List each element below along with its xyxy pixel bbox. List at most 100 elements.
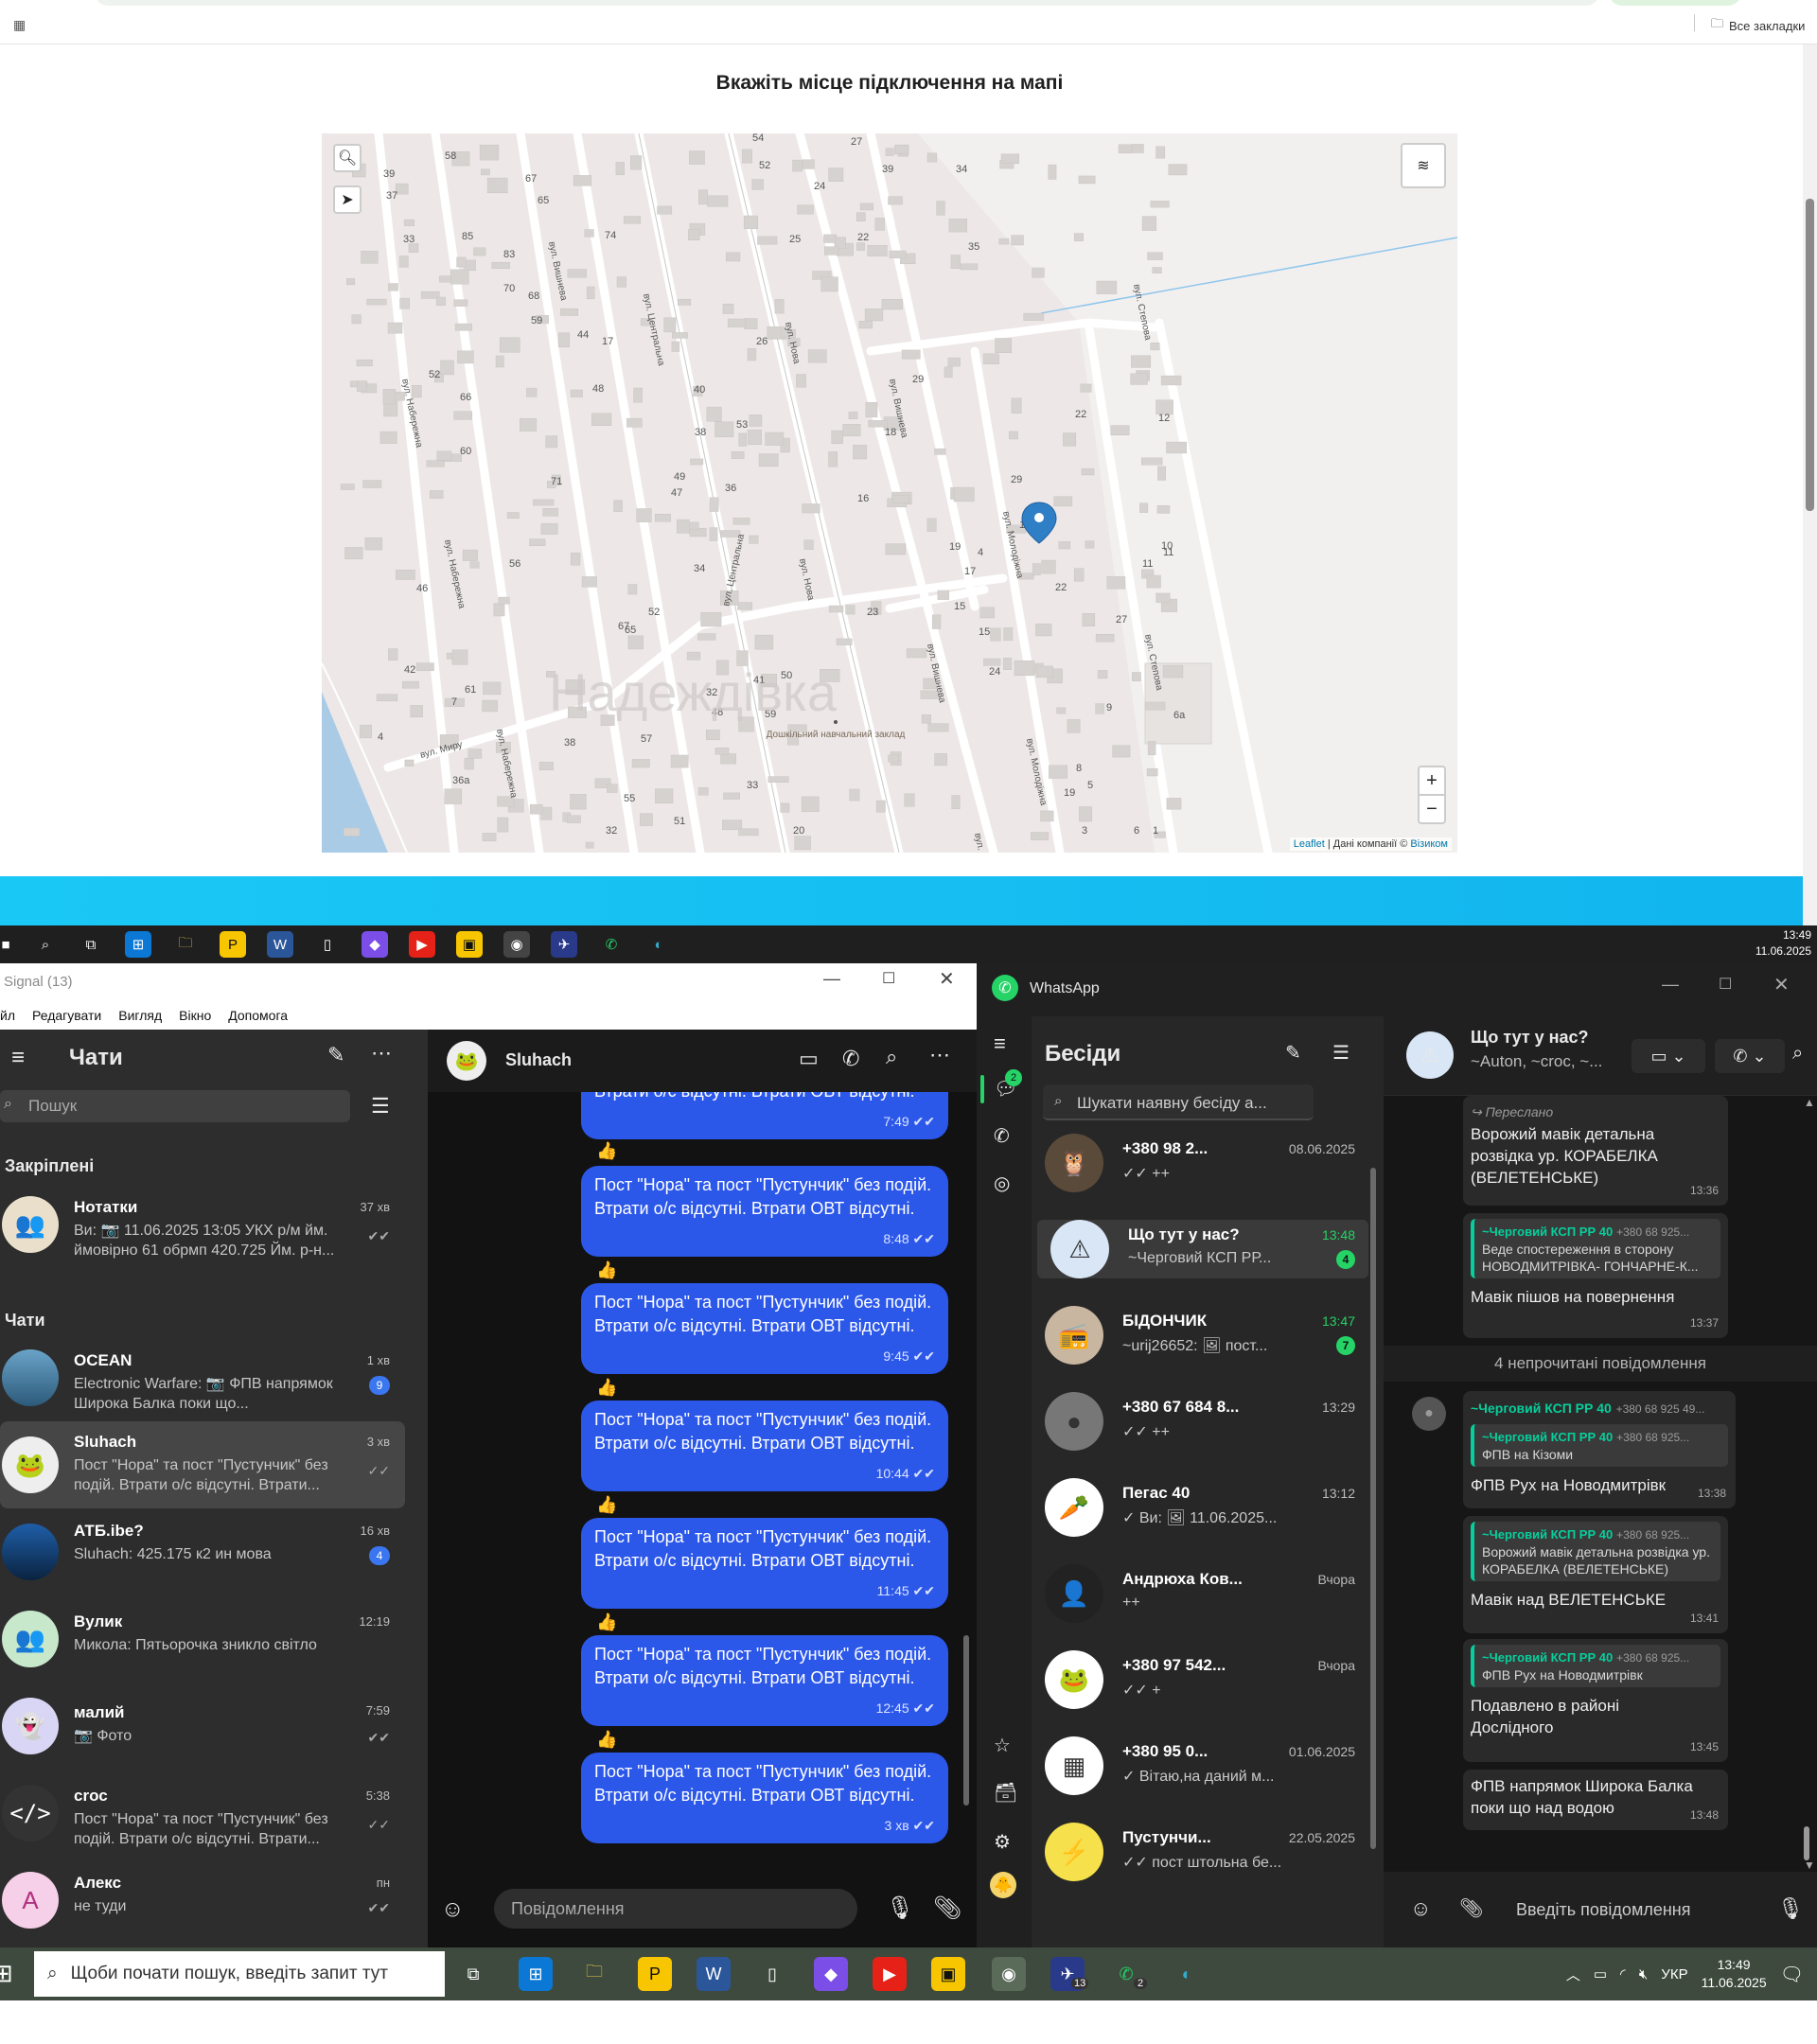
reaction-thumbs-up[interactable]: 👍	[596, 1378, 617, 1398]
list-scrollbar[interactable]	[1370, 1168, 1376, 1849]
chat-item[interactable]: 📻 БІДОНЧИК 13:47 ~urij26652: 🖼 пост... 7	[1032, 1306, 1368, 1365]
app-p-icon[interactable]: P	[638, 1957, 672, 1991]
task-view-icon[interactable]: ⧉	[78, 931, 104, 958]
reaction-thumbs-up[interactable]: 👍	[596, 1612, 617, 1632]
quoted-message[interactable]: ~Черговий КСП РР 40 +380 68 925... ФПВ Р…	[1471, 1645, 1720, 1687]
message-bubble[interactable]: Пост "Нора" та пост "Пустунчик" без поді…	[581, 1753, 948, 1843]
page-scroll-thumb[interactable]	[1806, 199, 1814, 511]
search-input[interactable]: ⌕ Шукати наявну бесіду а...	[1043, 1084, 1314, 1120]
vpn-icon[interactable]: ◆	[362, 931, 388, 958]
youtube-icon[interactable]: ▶	[873, 1957, 907, 1991]
app-yellow-icon[interactable]: ▣	[931, 1957, 965, 1991]
profile-avatar[interactable]: 🐥	[990, 1872, 1016, 1898]
message-bubble[interactable]: Пост "Нора" та пост "Пустунчик" без поді…	[581, 1166, 948, 1257]
leaflet-link[interactable]: Leaflet	[1294, 838, 1325, 850]
reply-message[interactable]: ~Черговий КСП РР 40 +380 68 925... ФПВ Р…	[1463, 1639, 1728, 1762]
group-warning-avatar[interactable]: ⚠	[1406, 1031, 1454, 1079]
menu-view[interactable]: Вигляд	[118, 1008, 162, 1023]
chat-item[interactable]: 🐸 +380 97 542... Вчора ✓✓ +	[1032, 1650, 1368, 1709]
conversation-title[interactable]: Що тут у нас?	[1471, 1028, 1589, 1048]
emoji-icon[interactable]: ☺	[1410, 1896, 1431, 1921]
chat-item[interactable]: 👤 Андрюха Ков... Вчора ++	[1032, 1564, 1368, 1623]
microphone-icon[interactable]: 🎙︎	[886, 1894, 914, 1922]
reaction-thumbs-up[interactable]: 👍	[596, 1141, 617, 1161]
starred-icon[interactable]: ☆	[994, 1734, 1011, 1757]
reaction-thumbs-up[interactable]: 👍	[596, 1730, 617, 1750]
filter-icon[interactable]: ☰	[371, 1094, 390, 1119]
calls-icon[interactable]: ✆	[994, 1124, 1010, 1148]
reply-message[interactable]: ~Черговий КСП РР 40 +380 68 925... Ворож…	[1463, 1516, 1728, 1633]
notepad-icon[interactable]: ▯	[314, 931, 341, 958]
battery-icon[interactable]: ▭	[1594, 1965, 1607, 1982]
task-view-icon[interactable]: ⧉	[456, 1957, 490, 1991]
store-icon[interactable]: ⊞	[125, 931, 151, 958]
language-indicator[interactable]: УКР	[1661, 1966, 1687, 1982]
zoom-in-button[interactable]: +	[1418, 766, 1446, 796]
close-icon[interactable]: ✕	[939, 967, 955, 991]
quoted-message[interactable]: ~Черговий КСП РР 40 +380 68 925... Ворож…	[1471, 1522, 1720, 1581]
chat-item[interactable]: ⚠ Що тут у нас? 13:48 ~Черговий КСП РР... 4	[1037, 1220, 1368, 1278]
minimize-icon[interactable]: —	[1662, 975, 1679, 995]
profile-pill[interactable]	[1609, 0, 1741, 6]
chat-item-ocean[interactable]: OCEAN 1 хв Electronic Warfare: 📷 ФПВ нап…	[0, 1334, 405, 1421]
chat-item[interactable]: 🦉 +380 98 2... 08.06.2025 ✓✓ ++	[1032, 1134, 1368, 1192]
video-call-icon[interactable]: ▭	[799, 1047, 819, 1071]
map-marker[interactable]	[1021, 502, 1057, 544]
windows-start-icon[interactable]: ⊞	[0, 1959, 13, 1988]
start-icon[interactable]: ■	[0, 931, 19, 958]
reply-message[interactable]: ~Черговий КСП РР 40 +380 68 925 49... ~Ч…	[1463, 1391, 1736, 1508]
explorer-icon[interactable]: 🗀	[172, 931, 199, 958]
youtube-icon[interactable]: ▶	[409, 931, 435, 958]
filter-icon[interactable]: ☰	[1332, 1041, 1350, 1065]
chrome-icon[interactable]: ◉	[992, 1957, 1026, 1991]
search-icon[interactable]: ⌕	[886, 1045, 897, 1069]
message-input[interactable]: Повідомлення	[494, 1889, 857, 1929]
chat-item-cros[interactable]: </> crос 5:38 Пост "Нора" та пост "Пусту…	[0, 1770, 405, 1857]
address-bar[interactable]	[95, 0, 1599, 6]
store-icon[interactable]: ⊞	[519, 1957, 553, 1991]
emoji-icon[interactable]: ☺	[441, 1896, 465, 1923]
settings-gear-icon[interactable]: ⚙	[994, 1830, 1011, 1854]
minimize-icon[interactable]: —	[823, 969, 840, 989]
menu-file[interactable]: йл	[0, 1008, 15, 1023]
chat-item[interactable]: ⚡ Пустунчи... 22.05.2025 ✓✓ пост штольна бе…	[1032, 1823, 1368, 1881]
reply-message[interactable]: ~Черговий КСП РР 40 +380 68 925... Веде …	[1463, 1213, 1728, 1338]
close-icon[interactable]: ✕	[1773, 973, 1790, 996]
reaction-thumbs-up[interactable]: 👍	[596, 1260, 617, 1280]
menu-window[interactable]: Вікно	[179, 1008, 211, 1023]
more-icon[interactable]: ⋯	[929, 1043, 950, 1067]
message-bubble[interactable]: Пост "Нора" та пост "Пустунчик" без поді…	[581, 1092, 948, 1139]
edge-icon[interactable]: ◐	[645, 931, 672, 958]
compose-icon[interactable]: ✎	[327, 1043, 344, 1067]
volume-muted-icon[interactable]: 🔇︎	[1639, 1966, 1648, 1982]
notepad-icon[interactable]: ▯	[755, 1957, 789, 1991]
menu-edit[interactable]: Редагувати	[32, 1008, 101, 1023]
more-icon[interactable]: ⋯	[371, 1041, 392, 1066]
menu-help[interactable]: Допомога	[228, 1008, 288, 1023]
whatsapp-icon[interactable]: ✆	[598, 931, 625, 958]
chat-item-atb[interactable]: АТБ.ibe? 16 хв Sluhach: 425.175 к2 ин мо…	[0, 1508, 405, 1595]
all-bookmarks-button[interactable]: 🗀 Все закладки	[1711, 15, 1805, 36]
apps-grid-icon[interactable]: ▦	[13, 17, 26, 33]
message-scrollbar[interactable]	[1804, 1826, 1809, 1860]
hamburger-icon[interactable]: ≡	[994, 1031, 1006, 1056]
word-icon[interactable]: W	[267, 931, 293, 958]
chat-item[interactable]: ▦ +380 95 0... 01.06.2025 ✓ Вітаю,на даний …	[1032, 1736, 1368, 1795]
message-bubble[interactable]: Пост "Нора" та пост "Пустунчик" без поді…	[581, 1518, 948, 1609]
conversation-avatar[interactable]: 🐸	[447, 1041, 486, 1081]
scroll-down-icon[interactable]: ▼	[1804, 1859, 1815, 1872]
search-input[interactable]: ⌕ Пошук	[0, 1090, 350, 1122]
message-list[interactable]: ↪ Переслано Ворожий мавік детальна розві…	[1384, 1096, 1817, 1872]
archive-icon[interactable]: 🗃︎	[994, 1781, 1017, 1805]
attach-icon[interactable]: 📎︎	[1459, 1896, 1483, 1920]
app-yellow-icon[interactable]: ▣	[456, 931, 483, 958]
microphone-icon[interactable]: 🎙︎	[1777, 1896, 1804, 1921]
status-icon[interactable]: ◎	[994, 1172, 1010, 1195]
message-bubble[interactable]: Пост "Нора" та пост "Пустунчик" без поді…	[581, 1401, 948, 1491]
chrome-icon[interactable]: ◉	[503, 931, 530, 958]
message-bubble[interactable]: ФПВ напрямок Широка Балка поки що над во…	[1463, 1770, 1728, 1830]
leaflet-map[interactable]: 54 27 58 52 39 34 39 67 37 65 24 85 74 25 22 35 33 83 70 68…	[322, 133, 1457, 853]
maximize-icon[interactable]: ☐	[882, 969, 895, 988]
chat-item-sluhach[interactable]: 🐸 Sluhach 3 хв Пост "Нора" та пост "Пуст…	[0, 1421, 405, 1508]
notifications-icon[interactable]: 🗨︎	[1780, 1963, 1804, 1986]
